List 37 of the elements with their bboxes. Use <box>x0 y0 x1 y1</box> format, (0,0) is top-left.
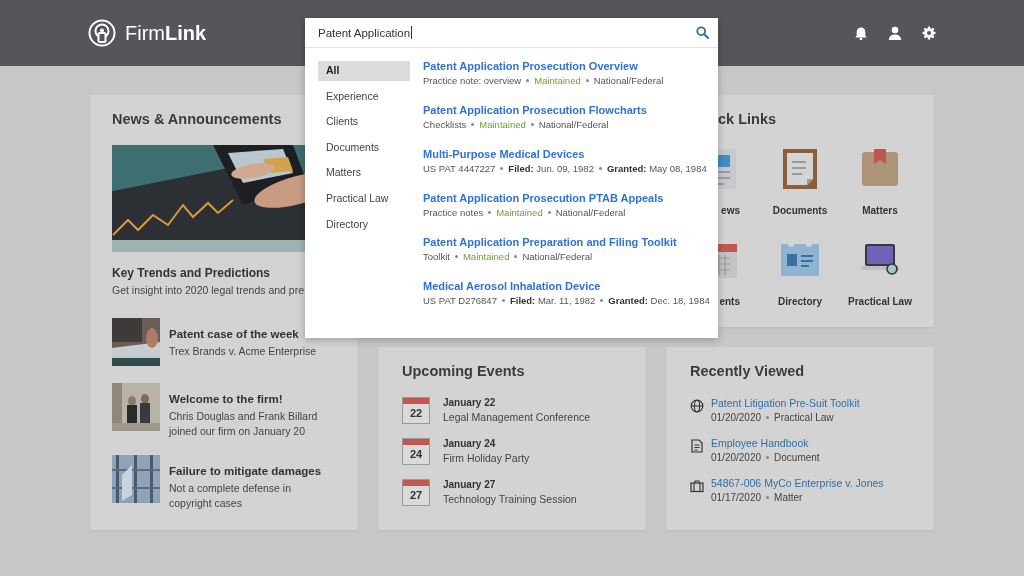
item-type: Practical Law <box>774 412 834 423</box>
meta-field: Filed: Mar. 11, 1982 <box>509 295 596 306</box>
meta-field: Filed: Jun. 09, 1982 <box>508 163 594 174</box>
card-title: ck Links <box>717 111 778 127</box>
status-label: Maintained <box>496 207 543 218</box>
calendar-date: 27 <box>402 479 430 506</box>
article-summary: Not a complete defense in copyright cases <box>169 481 292 510</box>
meta-text: National/Federal <box>555 207 626 218</box>
meta-text: Checklists <box>423 119 467 130</box>
status-label: Maintained <box>479 119 526 130</box>
event-date: January 27 <box>443 479 497 490</box>
article-summary: Trex Brands v. Acme Enterprise <box>169 344 318 359</box>
item-date: 01/17/2020 <box>711 492 762 503</box>
calendar-date: 22 <box>402 397 430 424</box>
meta-text: Practice notes <box>423 207 484 218</box>
meta-text: National/Federal <box>522 251 593 262</box>
calendar-date: 24 <box>402 438 430 465</box>
event-date: January 24 <box>443 438 497 449</box>
meta-text: National/Federal <box>538 119 609 130</box>
status-label: Maintained <box>534 75 581 86</box>
card-title: Upcoming Events <box>402 363 526 379</box>
meta-field: Granted: May 08, 1984 <box>606 163 707 174</box>
meta-text: Toolkit <box>423 251 450 262</box>
event-date: January 22 <box>443 397 497 408</box>
item-date: 01/20/2020 <box>711 412 762 423</box>
meta-field: Granted: Dec. 18, 1984 <box>608 295 710 306</box>
item-type: Matter <box>774 492 803 503</box>
item-date: 01/20/2020 <box>711 452 762 463</box>
meta-text: Practice note: overview <box>423 75 522 86</box>
meta-text: US PAT 4447227 <box>423 163 496 174</box>
meta-text: US PAT D276847 <box>423 295 497 306</box>
card-title: Recently Viewed <box>690 363 806 379</box>
status-label: Maintained <box>462 251 510 262</box>
article-summary: Chris Douglas and Frank Billard joined our firm on January 20 <box>169 409 319 438</box>
item-type: Document <box>774 452 820 463</box>
meta-text: National/Federal <box>593 75 664 86</box>
article-summary: Get insight into 2020 legal trends and pre <box>112 284 306 296</box>
